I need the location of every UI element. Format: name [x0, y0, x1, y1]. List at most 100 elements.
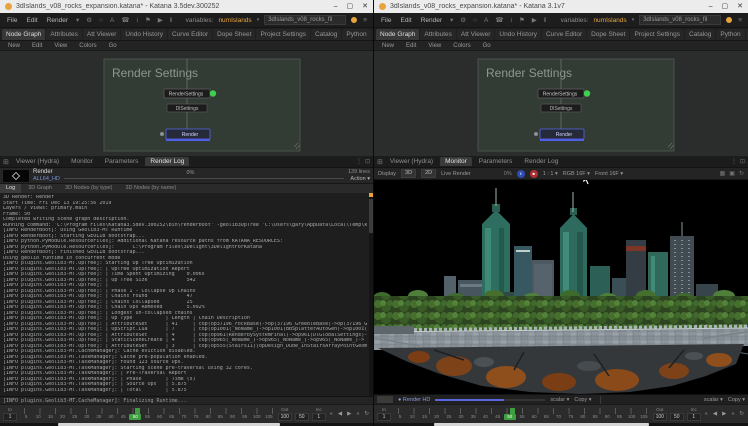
toolbar-icon[interactable]: ▶: [157, 16, 164, 24]
layout-menu-icon[interactable]: ≡: [737, 17, 743, 24]
main-tab[interactable]: Undo History: [495, 29, 541, 40]
node-enabled-led[interactable]: [210, 90, 216, 96]
view-3d-toggle[interactable]: 3D: [401, 169, 416, 178]
node-graph-canvas[interactable]: Render Settings RenderSettings DlSetting…: [374, 51, 748, 156]
variables-value[interactable]: numIslands: [593, 17, 626, 24]
pane-tab[interactable]: Viewer (Hydra): [385, 157, 438, 166]
node-dl-settings[interactable]: DlSettings: [541, 104, 581, 112]
chevron-down-icon[interactable]: ▾: [632, 17, 635, 23]
pane-popout-icon[interactable]: ⊡: [365, 158, 370, 165]
variables-value[interactable]: numIslands: [218, 17, 251, 24]
node-graph-menu-item[interactable]: Go: [481, 43, 493, 49]
node-name-field[interactable]: 3dIslands_v08_rocks_fil: [264, 15, 346, 25]
pane-grid-icon[interactable]: ⊞: [3, 158, 9, 166]
copy-dropdown[interactable]: Copy ▾: [574, 397, 591, 403]
main-tab[interactable]: Node Graph: [376, 29, 419, 40]
main-tab[interactable]: Dope Sheet: [213, 29, 255, 40]
main-tab[interactable]: Dope Sheet: [587, 29, 629, 40]
pane-popout-icon[interactable]: ⊡: [740, 158, 745, 165]
main-tab[interactable]: Attributes: [420, 29, 455, 40]
playback-button-icon[interactable]: ◀: [712, 411, 718, 417]
pane-tab[interactable]: Viewer (Hydra): [11, 157, 64, 166]
playback-button-icon[interactable]: «: [329, 411, 334, 417]
main-tab[interactable]: Attributes: [46, 29, 81, 40]
buffer-name[interactable]: ● Render HD: [398, 397, 430, 403]
out-frame-field[interactable]: 100: [278, 413, 292, 421]
main-tab[interactable]: Python: [342, 29, 370, 40]
main-tab[interactable]: Catalog: [311, 29, 341, 40]
toolbar-icon[interactable]: i: [136, 17, 139, 24]
pane-tab[interactable]: Monitor: [440, 157, 472, 166]
view-2d-toggle[interactable]: 2D: [421, 169, 436, 178]
layout-menu-icon[interactable]: ≡: [362, 17, 368, 24]
log-scrollbar[interactable]: [369, 193, 373, 396]
toolbar-icon[interactable]: ‖: [169, 17, 174, 24]
monitor-option-icon[interactable]: ↻: [739, 170, 744, 177]
toolbar-icon[interactable]: ○: [98, 17, 104, 24]
live-render-label[interactable]: Live Render: [441, 171, 471, 177]
render-thumbnail[interactable]: [3, 170, 29, 182]
node-dl-settings[interactable]: DlSettings: [167, 104, 207, 112]
node-name-field[interactable]: 3dIslands_v08_rocks_fil: [639, 15, 721, 25]
menu-item[interactable]: File: [379, 17, 393, 24]
main-tab[interactable]: Python: [716, 29, 744, 40]
current-frame-label[interactable]: 50: [129, 414, 141, 420]
pause-render-button[interactable]: ‖: [517, 170, 525, 178]
minimize-button[interactable]: –: [709, 0, 713, 13]
toolbar-icon[interactable]: ⚑: [518, 16, 526, 24]
copy-dropdown-2[interactable]: Copy ▾: [728, 397, 745, 403]
frame-ruler[interactable]: 51015202530354045 50 5560657075808590951…: [394, 406, 650, 422]
toolbar-icon[interactable]: ☎: [494, 16, 504, 24]
frame-ruler[interactable]: 51015202530354045 50 5560657075808590951…: [20, 406, 275, 422]
render-log-output[interactable]: 3D Render: RenderStart Time: Fri Dec 13 …: [0, 193, 373, 396]
maximize-button[interactable]: ▢: [722, 0, 729, 13]
main-tab[interactable]: Node Graph: [2, 29, 45, 40]
render-entry-strip[interactable]: Render ALL64_HD 0% 139 lines Action ▾: [0, 168, 373, 184]
node-graph-menu-item[interactable]: Colors: [77, 43, 98, 49]
node-render-settings[interactable]: RenderSettings: [164, 89, 216, 98]
menu-item[interactable]: File: [5, 17, 19, 24]
toolbar-icon[interactable]: ▶: [531, 16, 538, 24]
buffer-dropdown[interactable]: Front 16F ▾: [595, 171, 623, 177]
node-render[interactable]: Render: [160, 129, 210, 141]
menu-item[interactable]: Render: [45, 17, 70, 24]
node-render[interactable]: Render: [534, 129, 584, 141]
pane-tab[interactable]: Render Log: [145, 157, 189, 166]
pane-tab[interactable]: Parameters: [474, 157, 518, 166]
main-tab[interactable]: Scene: [372, 29, 373, 40]
playback-button-icon[interactable]: ▶: [346, 411, 352, 417]
close-button[interactable]: ✕: [362, 0, 368, 13]
current-frame-label[interactable]: 50: [504, 414, 516, 420]
in-frame-field[interactable]: 1: [377, 413, 391, 421]
main-tab[interactable]: Att Viewer: [83, 29, 121, 40]
colorspace-dropdown-2[interactable]: scalar ▾: [704, 397, 723, 403]
menu-item[interactable]: Edit: [24, 17, 39, 24]
node-graph-menu-item[interactable]: New: [380, 43, 396, 49]
render-log-tab[interactable]: Log: [0, 184, 21, 193]
monitor-option-icon[interactable]: ▣: [729, 170, 735, 177]
node-render-settings[interactable]: RenderSettings: [538, 89, 590, 98]
pane-tab[interactable]: Monitor: [66, 157, 98, 166]
main-tab[interactable]: Curve Editor: [542, 29, 586, 40]
toolbar-icon[interactable]: ○: [472, 17, 478, 24]
render-log-tab[interactable]: 3D Nodes (by type): [59, 184, 118, 193]
node-graph-menu-item[interactable]: New: [6, 43, 22, 49]
titlebar-left[interactable]: 3dIslands_v08_rocks_expansion.katana* - …: [0, 0, 373, 13]
buffer-thumbnail[interactable]: [377, 396, 393, 403]
toolbar-icon[interactable]: ⚙: [85, 16, 93, 24]
pane-pin-icon[interactable]: ⋮: [731, 158, 737, 165]
toolbar-icon[interactable]: ⚙: [459, 16, 467, 24]
playback-button-icon[interactable]: ▶: [721, 411, 727, 417]
toolbar-icon[interactable]: ▾: [75, 16, 80, 24]
toolbar-icon[interactable]: ⚑: [144, 16, 152, 24]
playback-button-icon[interactable]: »: [355, 411, 360, 417]
node-graph-menu-item[interactable]: Colors: [451, 43, 472, 49]
render-log-tab[interactable]: 3D Nodes (by name): [119, 184, 182, 193]
node-graph-menu-item[interactable]: Edit: [30, 43, 44, 49]
current-frame-marker[interactable]: [510, 408, 515, 414]
menu-item[interactable]: Render: [419, 17, 444, 24]
node-graph-menu-item[interactable]: View: [52, 43, 69, 49]
main-tab[interactable]: Catalog: [685, 29, 715, 40]
render-log-tab[interactable]: 3D Graph: [22, 184, 58, 193]
pane-tab[interactable]: Parameters: [100, 157, 144, 166]
